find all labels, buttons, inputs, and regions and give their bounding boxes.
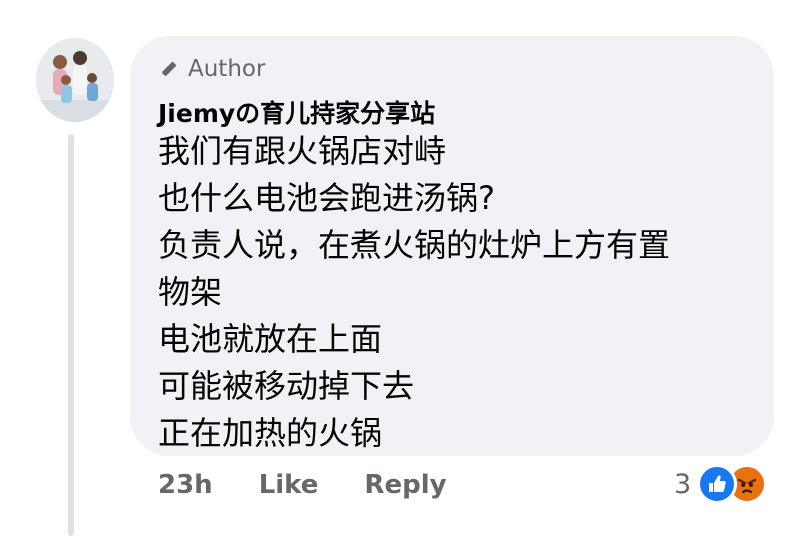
reaction-count: 3 (674, 468, 692, 500)
like-icon (697, 464, 738, 504)
like-button[interactable]: Like (259, 470, 319, 500)
comment-line: 正在加热的火锅 (158, 414, 383, 452)
avatar[interactable] (36, 38, 114, 122)
reply-button[interactable]: Reply (364, 470, 446, 500)
reactions-summary[interactable]: 3 (674, 464, 768, 504)
thread-line (68, 134, 74, 536)
family-photo-icon (36, 38, 114, 122)
comment-line: 可能被移动掉下去 (158, 367, 415, 405)
comment-line: 我们有跟火锅店对峙 (158, 132, 447, 170)
comment-line: 电池就放在上面 (158, 320, 383, 358)
author-badge: Author (158, 56, 265, 82)
author-badge-label: Author (188, 56, 266, 82)
comment-line: 负责人说，在煮火锅的灶炉上方有置 (158, 226, 671, 264)
author-name[interactable]: Jiemyの育儿持家分享站 (158, 94, 435, 130)
pencil-icon (161, 61, 177, 77)
comment-bubble: Author Jiemyの育儿持家分享站 我们有跟火锅店对峙 也什么电池会跑进汤… (130, 36, 774, 456)
comment-text: 我们有跟火锅店对峙 也什么电池会跑进汤锅? 负责人说，在煮火锅的灶炉上方有置 物… (158, 128, 670, 457)
comment-actions: 23h Like Reply (158, 470, 447, 500)
timestamp-link[interactable]: 23h (158, 470, 213, 500)
comment-line: 也什么电池会跑进汤锅? (158, 179, 495, 217)
comment-line: 物架 (158, 273, 223, 311)
